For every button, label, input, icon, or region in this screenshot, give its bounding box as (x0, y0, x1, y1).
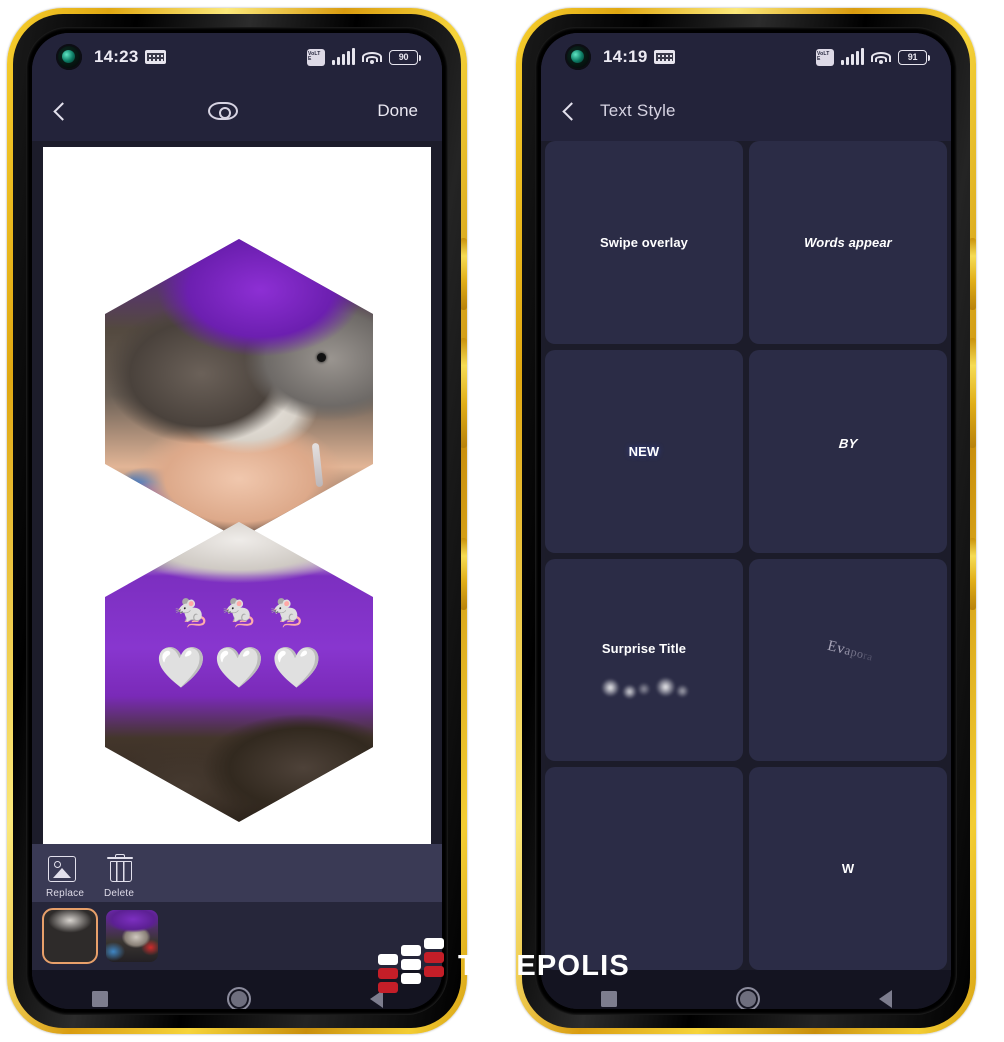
right-phone-volume-down-button[interactable] (969, 338, 976, 448)
right-app-bar: Text Style (541, 81, 951, 141)
text-style-label: Evapora (825, 638, 874, 665)
left-app-bar: Done (32, 81, 442, 141)
battery-level: 90 (398, 52, 409, 62)
punch-hole-camera-icon (565, 44, 591, 70)
mouse-emoji: 🐁 (171, 592, 212, 628)
keyboard-icon (654, 50, 676, 64)
back-chevron-left-icon[interactable] (53, 101, 72, 121)
mouse-emoji: 🐁 (266, 592, 307, 628)
telepolis-watermark: TELEPOLIS (378, 938, 630, 994)
preview-eye-icon[interactable] (208, 102, 239, 120)
text-style-label: W (841, 861, 855, 877)
editor-canvas[interactable]: 🐁 🐁 🐁 🤍 🤍 🤍 (43, 147, 431, 844)
editor-canvas-area: 🐁 🐁 🐁 🤍 🤍 🤍 (32, 141, 442, 844)
volte-icon (816, 48, 834, 66)
white-heart-emoji: 🤍 (271, 646, 322, 690)
left-status-bar: 14:23 90 (32, 33, 442, 81)
text-style-label: Surprise Title (601, 641, 687, 657)
screenshot-root: 14:23 90 (0, 0, 1004, 1042)
telepolis-wordmark: TELEPOLIS (458, 949, 630, 982)
photo-rats-blanket: 🐁 🐁 🐁 🤍 🤍 🤍 (105, 522, 373, 822)
text-style-cell-words-appear[interactable]: Words appear (749, 141, 947, 344)
text-style-cell-by[interactable]: BY (749, 349, 947, 553)
right-phone-power-button[interactable] (969, 538, 976, 610)
text-style-label: Words appear (804, 234, 892, 250)
wifi-icon (871, 49, 891, 65)
text-style-cell-w[interactable]: W (749, 767, 947, 970)
white-heart-emoji: 🤍 (156, 646, 207, 690)
emoji-row-mice: 🐁 🐁 🐁 (105, 594, 373, 626)
text-style-grid: Swipe overlay Words appear NEW BY Surpri… (541, 141, 951, 970)
left-phone-power-button[interactable] (460, 538, 467, 610)
mouse-emoji: 🐁 (219, 592, 259, 628)
status-time: 14:23 (94, 47, 139, 66)
hex-photo-bottom[interactable]: 🐁 🐁 🐁 🤍 🤍 🤍 (105, 522, 373, 822)
text-style-cell-surprise-title[interactable]: Surprise Title (545, 558, 743, 762)
hex-photo-top[interactable] (105, 239, 373, 539)
right-phone-frame: 14:19 91 Text Style (516, 8, 976, 1034)
done-button[interactable]: Done (377, 101, 418, 121)
signal-bars-icon (841, 48, 864, 65)
status-right-icons: 91 (816, 48, 930, 66)
signal-bars-icon (332, 48, 355, 65)
home-circle-icon[interactable] (735, 987, 760, 1009)
filmstrip-thumbnail-2[interactable] (106, 910, 158, 962)
delete-button[interactable]: Delete (104, 853, 162, 899)
telepolis-logo-icon (378, 938, 444, 994)
status-right-icons: 90 (307, 48, 421, 66)
tube-detail (311, 442, 324, 488)
battery-level: 91 (907, 52, 918, 62)
battery-icon: 90 (389, 49, 421, 65)
home-circle-icon[interactable] (226, 987, 251, 1009)
punch-hole-camera-icon (56, 44, 82, 70)
left-phone-frame-inner: 14:23 90 (13, 14, 461, 1028)
keyboard-icon (145, 50, 167, 64)
left-phone-frame: 14:23 90 (7, 8, 467, 1034)
clip-tools-bar: Replace Delete (32, 844, 442, 902)
image-icon (48, 855, 76, 882)
recents-square-icon[interactable] (91, 991, 108, 1007)
text-style-label: BY (838, 435, 858, 451)
left-phone: 14:23 90 (0, 0, 475, 1042)
left-phone-volume-down-button[interactable] (460, 338, 467, 448)
left-phone-bezel: 14:23 90 (26, 27, 448, 1015)
right-phone-screen: 14:19 91 Text Style (541, 33, 951, 1009)
back-chevron-left-icon[interactable] (562, 101, 581, 121)
filmstrip-thumbnail-1[interactable] (42, 908, 98, 964)
photo-rat-in-hand (105, 239, 373, 539)
left-phone-volume-up-button[interactable] (460, 238, 467, 310)
volte-icon (307, 48, 325, 66)
rat-eye-detail (316, 353, 326, 362)
status-time: 14:19 (603, 47, 648, 66)
right-phone-volume-up-button[interactable] (969, 238, 976, 310)
white-heart-emoji: 🤍 (214, 646, 264, 690)
smoke-effect-icon (584, 670, 704, 704)
text-style-cell-evapora[interactable]: Evapora (749, 558, 947, 762)
right-phone: 14:19 91 Text Style (508, 0, 984, 1042)
battery-icon: 91 (898, 49, 930, 65)
wifi-icon (362, 49, 382, 65)
replace-button[interactable]: Replace (46, 855, 104, 899)
page-title: Text Style (600, 101, 676, 120)
text-style-cell-new[interactable]: NEW (545, 349, 743, 553)
replace-label: Replace (46, 887, 85, 899)
emoji-row-hearts: 🤍 🤍 🤍 (105, 648, 373, 688)
trash-icon (106, 853, 134, 882)
delete-label: Delete (104, 887, 135, 899)
right-status-bar: 14:19 91 (541, 33, 951, 81)
right-phone-frame-inner: 14:19 91 Text Style (522, 14, 970, 1028)
back-triangle-icon[interactable] (878, 990, 892, 1008)
text-style-label: Swipe overlay (599, 234, 688, 250)
right-phone-bezel: 14:19 91 Text Style (535, 27, 957, 1015)
left-phone-screen: 14:23 90 (32, 33, 442, 1009)
text-style-cell-swipe-overlay[interactable]: Swipe overlay (545, 141, 743, 344)
text-style-label: NEW (628, 443, 660, 459)
